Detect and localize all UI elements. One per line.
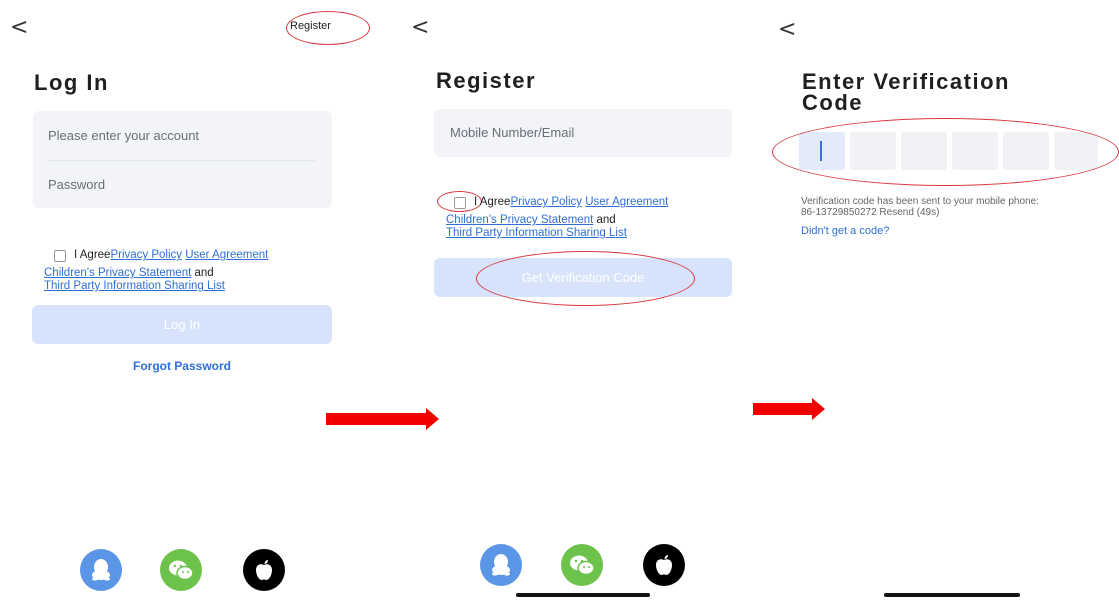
wechat-login-button[interactable] [561, 544, 603, 586]
agree-label: I Agree [474, 196, 511, 208]
info-line-1: Verification code has been sent to your … [801, 196, 1039, 207]
childrens-privacy-link[interactable]: Children's Privacy Statement [44, 267, 191, 279]
apple-login-button[interactable] [243, 549, 285, 591]
didnt-get-code-link[interactable]: Didn't get a code? [801, 225, 889, 237]
home-indicator[interactable] [884, 593, 1020, 597]
flow-arrow-1 [326, 408, 439, 430]
flow-arrow-head [426, 408, 439, 430]
page-title: Enter Verification Code [802, 69, 1010, 115]
wechat-bubbles-icon [169, 560, 194, 581]
annotation-circle-get-code [476, 251, 695, 306]
title-line-2: Code [802, 90, 863, 115]
agree-label: I Agree [74, 249, 111, 261]
login-button[interactable]: Log In [32, 305, 332, 344]
agree-row: I AgreePrivacy Policy User Agreement [74, 249, 268, 261]
forgot-password-link[interactable]: Forgot Password [32, 359, 332, 373]
user-agreement-link[interactable]: User Agreement [585, 196, 668, 208]
input-divider [48, 160, 315, 161]
qq-penguin-icon [92, 559, 110, 581]
page-title: Log In [34, 70, 109, 95]
back-chevron-icon[interactable]: < [778, 19, 796, 41]
agree-checkbox[interactable] [54, 250, 66, 262]
qq-login-button[interactable] [480, 544, 522, 586]
apple-icon [256, 560, 272, 580]
apple-login-button[interactable] [643, 544, 685, 586]
wechat-bubbles-icon [570, 555, 595, 576]
privacy-policy-link[interactable]: Privacy Policy [110, 249, 182, 261]
privacy-policy-link[interactable]: Privacy Policy [510, 196, 582, 208]
flow-arrow-head [812, 398, 825, 420]
third-party-row: Third Party Information Sharing List [446, 227, 627, 239]
third-party-row: Third Party Information Sharing List [44, 280, 225, 292]
wechat-login-button[interactable] [160, 549, 202, 591]
info-line-2: 86-13729850272 Resend (49s) [801, 207, 940, 218]
user-agreement-link[interactable]: User Agreement [185, 249, 268, 261]
childrens-privacy-link[interactable]: Children's Privacy Statement [446, 214, 593, 226]
qq-penguin-icon [492, 554, 510, 576]
password-input[interactable]: Password [48, 177, 105, 192]
verification-info: Verification code has been sent to your … [801, 196, 1039, 218]
and-label: and [596, 214, 616, 226]
account-input[interactable]: Please enter your account [48, 128, 199, 143]
third-party-link[interactable]: Third Party Information Sharing List [44, 280, 225, 292]
flow-arrow-shaft [753, 403, 812, 415]
and-label: and [194, 267, 214, 279]
login-form-box: Please enter your account Password [33, 111, 332, 208]
childrens-privacy-row: Children's Privacy Statement and [44, 267, 214, 279]
apple-icon [656, 555, 672, 575]
page-title: Register [436, 68, 537, 93]
flow-arrow-2 [753, 398, 825, 420]
mobile-email-placeholder: Mobile Number/Email [450, 125, 575, 140]
flow-arrow-shaft [326, 413, 426, 425]
annotation-circle-code [772, 118, 1119, 186]
home-indicator[interactable] [516, 593, 650, 597]
annotation-circle-register [286, 11, 370, 45]
agree-row: I AgreePrivacy Policy User Agreement [474, 196, 668, 208]
title-line-1: Enter Verification [802, 69, 1010, 94]
childrens-privacy-row: Children's Privacy Statement and [446, 214, 616, 226]
back-chevron-icon[interactable]: < [10, 17, 28, 39]
mobile-email-input[interactable]: Mobile Number/Email [434, 109, 732, 157]
third-party-link[interactable]: Third Party Information Sharing List [446, 227, 627, 239]
qq-login-button[interactable] [80, 549, 122, 591]
back-chevron-icon[interactable]: < [411, 17, 429, 39]
